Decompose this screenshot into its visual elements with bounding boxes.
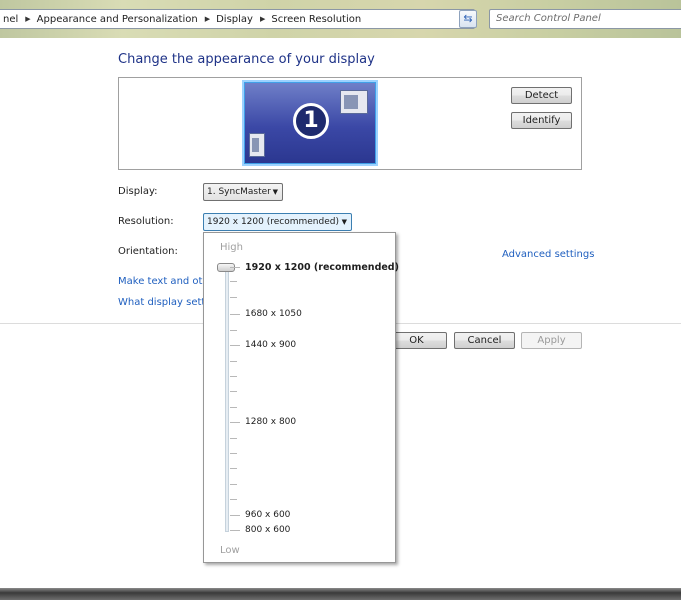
display-select[interactable]: 1. SyncMaster ▼ [203,183,283,201]
monitor-1-preview[interactable]: 1 [244,82,376,164]
resolution-option[interactable]: 1680 x 1050 [245,309,302,319]
slider-tick [230,515,240,516]
slider-tick [230,376,237,377]
monitor-number: 1 [293,103,329,139]
crumb-screen-resolution[interactable]: Screen Resolution [271,14,361,25]
resolution-label: Resolution: [118,216,174,227]
address-bar[interactable]: nel ▶ Appearance and Personalization ▶ D… [0,9,475,29]
search-placeholder: Search Control Panel [496,13,601,24]
chevron-down-icon: ▼ [272,188,278,196]
identify-button[interactable]: Identify [511,112,572,129]
crumb-control-panel[interactable]: nel [3,14,18,25]
orientation-label: Orientation: [118,246,178,257]
slider-tick [230,345,240,346]
slider-tick [230,453,237,454]
breadcrumb: nel ▶ Appearance and Personalization ▶ D… [3,10,361,28]
window-icon [249,133,265,157]
apply-button[interactable]: Apply [521,332,582,349]
resolution-slider-track[interactable] [225,269,229,532]
slider-tick [230,407,237,408]
slider-tick [230,391,237,392]
slider-tick [230,530,240,531]
slider-tick [230,361,237,362]
refresh-icon[interactable]: ⇆ [459,10,477,28]
slider-tick [230,314,240,315]
low-label: Low [220,545,240,556]
resolution-option[interactable]: 960 x 600 [245,510,290,520]
chevron-right-icon[interactable]: ▶ [25,15,30,23]
address-bar-region: nel ▶ Appearance and Personalization ▶ D… [0,0,681,38]
resolution-slider-popup: High 1920 x 1200 (recommended) 1680 x 10… [203,232,399,563]
chevron-right-icon[interactable]: ▶ [205,15,210,23]
resolution-select[interactable]: 1920 x 1200 (recommended) ▼ [203,213,352,231]
taskbar-edge [0,588,681,600]
slider-tick [230,281,237,282]
resolution-select-value: 1920 x 1200 (recommended) [207,217,339,227]
page-title: Change the appearance of your display [118,52,375,67]
detect-button[interactable]: Detect [511,87,572,104]
display-label: Display: [118,186,158,197]
search-input[interactable]: Search Control Panel [489,9,681,29]
slider-tick [230,484,237,485]
chevron-down-icon: ▼ [341,218,347,226]
resolution-option[interactable]: 1920 x 1200 (recommended) [245,262,399,273]
resolution-option[interactable]: 1440 x 900 [245,340,296,350]
display-select-value: 1. SyncMaster [207,187,271,197]
window-icon [340,90,368,114]
crumb-display[interactable]: Display [216,14,253,25]
slider-tick [230,267,240,268]
slider-tick [230,330,237,331]
cancel-button[interactable]: Cancel [454,332,515,349]
resolution-option[interactable]: 800 x 600 [245,525,290,535]
slider-tick [230,499,237,500]
crumb-appearance[interactable]: Appearance and Personalization [37,14,198,25]
resolution-option[interactable]: 1280 x 800 [245,417,296,427]
slider-tick [230,468,237,469]
high-label: High [220,242,243,253]
slider-tick [230,422,240,423]
slider-tick [230,297,237,298]
slider-tick [230,438,237,439]
chevron-right-icon[interactable]: ▶ [260,15,265,23]
advanced-settings-link[interactable]: Advanced settings [502,249,594,260]
